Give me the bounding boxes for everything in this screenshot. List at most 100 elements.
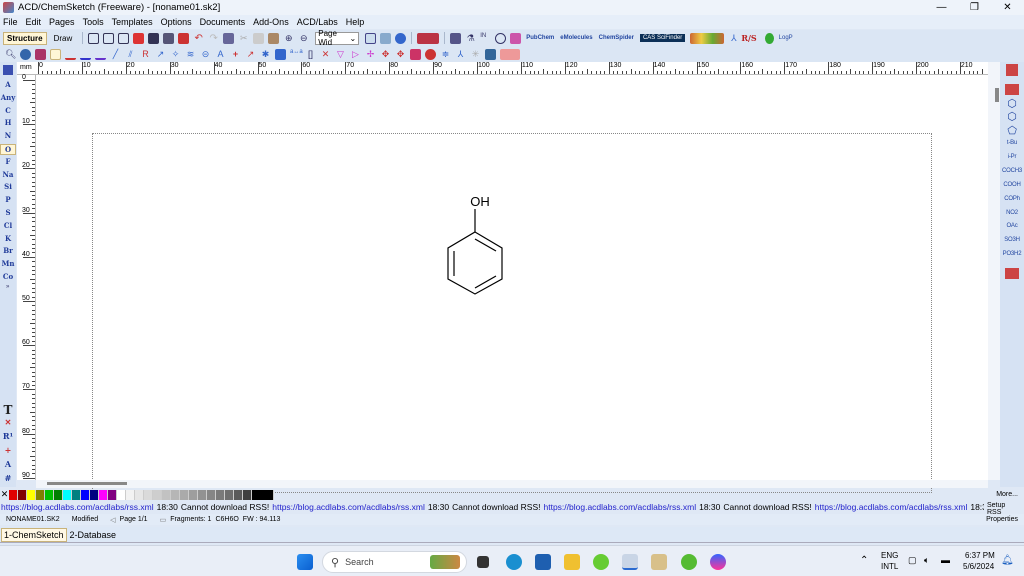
structure-mode-button[interactable]: Structure — [3, 31, 47, 45]
color-swatch[interactable] — [207, 489, 216, 500]
horizontal-scrollbar[interactable] — [36, 480, 988, 488]
chevron-up-icon[interactable]: ⌃ — [860, 555, 868, 566]
zoom-out-icon[interactable]: ⊖ — [298, 33, 309, 44]
group-t-bu[interactable]: t-Bu — [1000, 140, 1024, 146]
element-o[interactable]: O — [0, 144, 16, 155]
color-swatch[interactable] — [99, 489, 108, 500]
color-swatch[interactable] — [117, 489, 126, 500]
element-f[interactable]: F — [0, 157, 16, 166]
spectrum-icon[interactable] — [417, 32, 440, 44]
maximize-button[interactable]: ❐ — [958, 0, 991, 15]
color-swatch[interactable] — [198, 489, 207, 500]
element-na[interactable]: Na — [0, 170, 16, 179]
element-mn[interactable]: Mn — [0, 259, 16, 268]
more-elements-icon[interactable]: » — [6, 284, 9, 290]
copy-icon[interactable] — [253, 32, 265, 44]
flip-icon[interactable]: ▽ — [335, 49, 346, 60]
undo-icon[interactable]: ↶ — [193, 33, 204, 44]
element-k[interactable]: K — [0, 234, 16, 243]
element-a[interactable]: A — [0, 80, 16, 89]
color-swatch[interactable] — [180, 489, 189, 500]
plus-icon[interactable]: + — [230, 49, 241, 60]
menu-help[interactable]: Help — [346, 17, 365, 27]
minimize-button[interactable]: — — [925, 0, 958, 15]
table-of-elements-icon[interactable] — [1005, 84, 1019, 95]
color-swatch[interactable] — [252, 489, 274, 500]
phenol-structure[interactable]: OH — [36, 75, 988, 480]
group-no2[interactable]: NO2 — [1000, 210, 1024, 216]
arrow-red-icon[interactable]: ↗ — [245, 49, 256, 60]
rs-button[interactable]: R/S — [741, 33, 756, 43]
select-zoom-icon[interactable]: 🔍︎ — [5, 49, 16, 60]
task-view-icon[interactable] — [477, 556, 489, 568]
menu-options[interactable]: Options — [161, 17, 192, 27]
close-button[interactable]: ✕ — [991, 0, 1024, 15]
color-swatch[interactable] — [153, 489, 162, 500]
group-icon[interactable] — [410, 48, 421, 60]
group-so3h[interactable]: SO3H — [1000, 237, 1024, 243]
cut-icon[interactable]: ✂ — [238, 33, 249, 44]
align-icon[interactable]: ✢ — [365, 49, 376, 60]
distribute-icon[interactable]: ≑ — [440, 49, 451, 60]
notification-bell-icon[interactable]: 🔔︎ — [1001, 555, 1014, 566]
menu-documents[interactable]: Documents — [200, 17, 246, 27]
group-coph[interactable]: COPh — [1000, 196, 1024, 202]
vertical-scrollbar[interactable] — [988, 62, 1000, 480]
template-window-icon[interactable] — [1006, 64, 1018, 76]
new-page-icon[interactable] — [88, 32, 100, 44]
color-swatch[interactable] — [36, 489, 45, 500]
periodic-table-icon[interactable] — [3, 65, 13, 75]
draw-chain-icon[interactable] — [95, 49, 106, 60]
properties-button[interactable]: Properties — [986, 516, 1018, 523]
tab-chemsketch[interactable]: 1-ChemSketch — [1, 527, 67, 542]
r-group-icon[interactable]: R — [140, 49, 151, 60]
rss-link[interactable]: https://blog.acdlabs.com/acdlabs/rss.xml — [815, 502, 968, 512]
text-tool-icon[interactable]: T — [0, 403, 16, 417]
cas-scifinder-button[interactable]: CAS SciFinder — [639, 34, 686, 42]
no-color-icon[interactable]: ✕ — [0, 489, 9, 500]
volume-icon[interactable]: 🔈︎ — [924, 555, 929, 566]
wifi-icon[interactable]: ≋ — [185, 49, 196, 60]
element-s[interactable]: S — [0, 208, 16, 217]
element-h[interactable]: H — [0, 118, 16, 127]
arrow-icon[interactable]: ↗ — [155, 49, 166, 60]
clean-icon[interactable] — [223, 32, 235, 44]
group-cooh[interactable]: COOH — [1000, 182, 1024, 188]
template-icon[interactable] — [118, 32, 130, 44]
print-icon[interactable] — [163, 32, 175, 44]
bond-delete-tool-icon[interactable]: ✕ — [0, 417, 16, 427]
element-p[interactable]: P — [0, 195, 16, 204]
lang-line1[interactable]: ENG — [881, 551, 898, 560]
table-icon[interactable] — [275, 48, 286, 60]
menu-edit[interactable]: Edit — [26, 17, 42, 27]
bond-double-icon[interactable]: ⫽ — [125, 49, 136, 60]
draw-mode-button[interactable]: Draw — [50, 32, 77, 45]
molecule-properties-icon[interactable] — [510, 32, 522, 44]
element-br[interactable]: Br — [0, 246, 16, 255]
bracket-icon[interactable]: [] — [305, 49, 316, 60]
color-swatch[interactable] — [9, 489, 18, 500]
hydroxyl-label[interactable]: OH — [470, 194, 490, 209]
chemsketch-taskbar-icon[interactable] — [622, 554, 638, 570]
element-co[interactable]: Co — [0, 272, 16, 281]
tab-database[interactable]: 2-Database — [68, 529, 119, 541]
image-icon[interactable] — [380, 32, 392, 44]
flask-icon[interactable]: ⚗ — [465, 33, 476, 44]
3d-rotate-icon[interactable] — [20, 48, 31, 60]
color-swatch[interactable] — [162, 489, 171, 500]
taskbar-search[interactable]: ⚲ Search — [322, 551, 467, 573]
pdf-icon[interactable] — [178, 32, 190, 44]
r-group-tool-icon[interactable]: R¹ — [0, 431, 16, 441]
app-icon-green[interactable] — [593, 554, 609, 570]
tautomer-icon[interactable] — [500, 48, 520, 60]
color-swatch[interactable] — [225, 489, 234, 500]
store-icon[interactable] — [535, 554, 551, 570]
color-swatch[interactable] — [126, 489, 135, 500]
search-structure-icon[interactable] — [450, 32, 462, 44]
menu-pages[interactable]: Pages — [49, 17, 75, 27]
center2-icon[interactable]: ✥ — [395, 49, 406, 60]
network-icon[interactable]: ▢ — [908, 555, 917, 566]
clock-date[interactable]: 5/6/2024 — [963, 562, 994, 571]
check-icon[interactable]: ✱ — [260, 49, 271, 60]
menu-tools[interactable]: Tools — [83, 17, 104, 27]
